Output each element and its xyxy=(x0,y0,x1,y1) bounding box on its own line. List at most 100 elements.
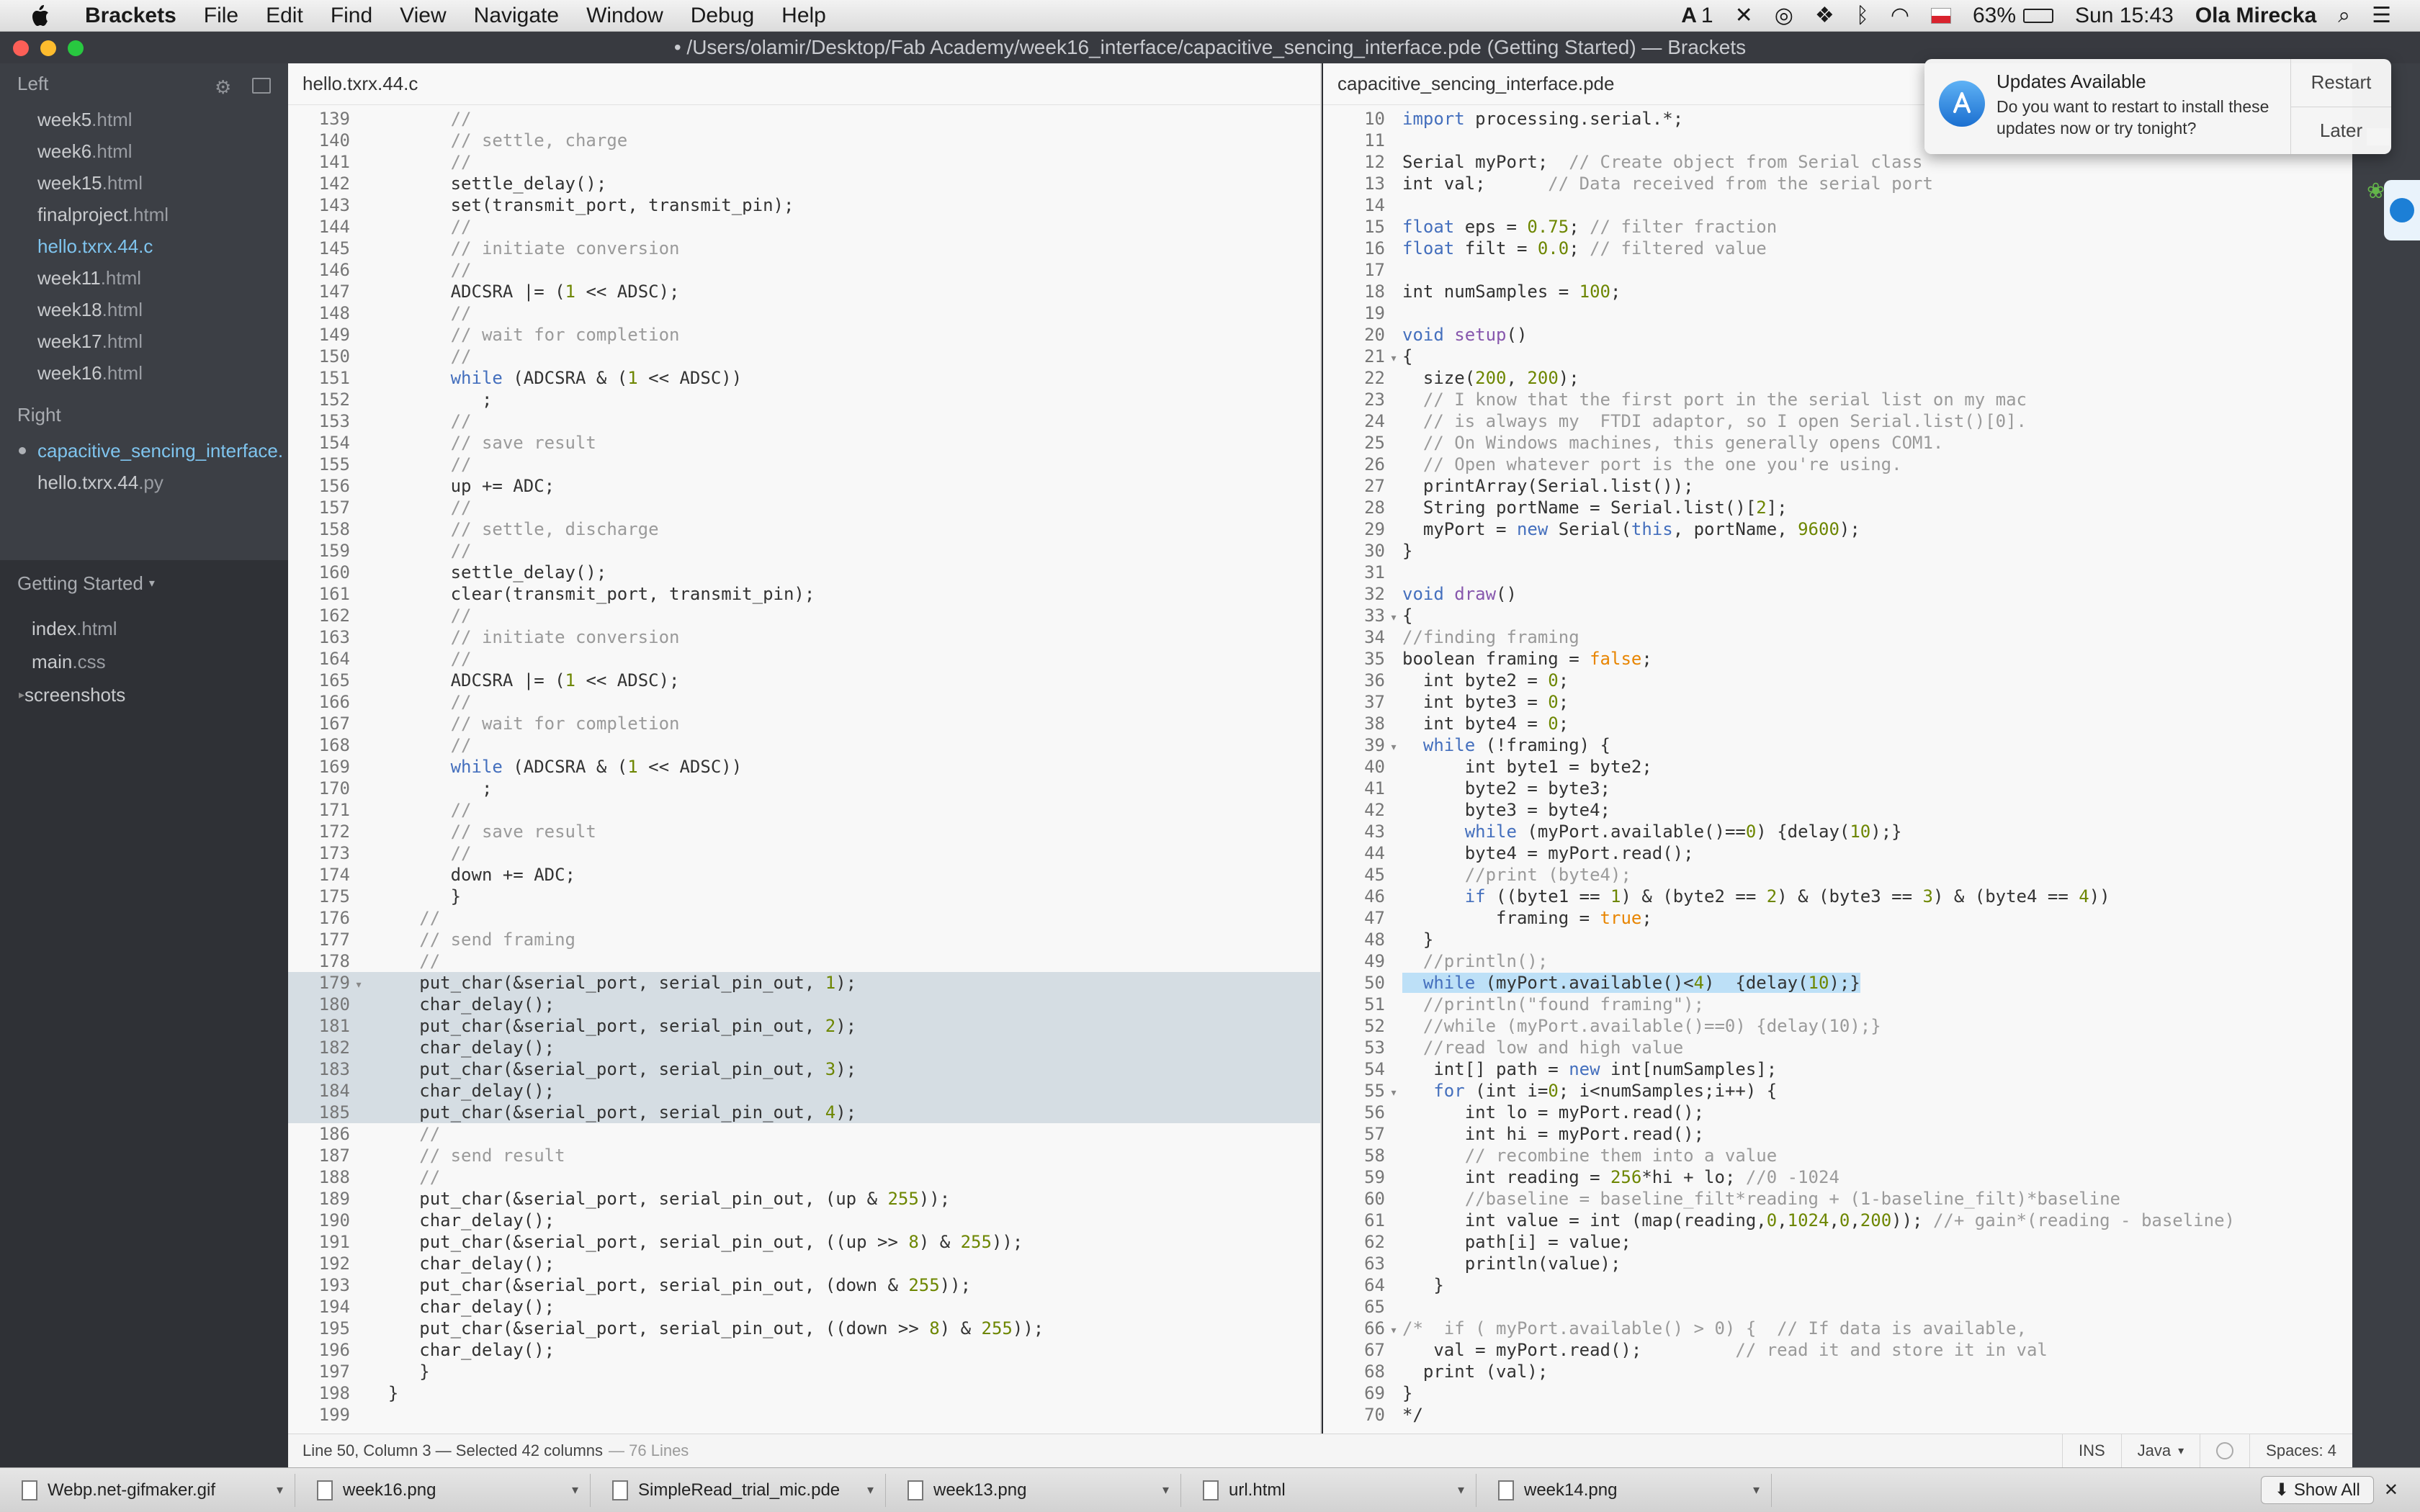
code-line[interactable]: 21 ▾{ xyxy=(1323,346,2352,367)
left-editor-pane[interactable]: hello.txrx.44.c 139 //140 // settle, cha… xyxy=(288,63,1322,1467)
code-line[interactable]: 142 settle_delay(); xyxy=(288,173,1320,194)
chevron-down-icon[interactable]: ▾ xyxy=(149,576,155,590)
code-line[interactable]: 43 while (myPort.available()==0) {delay(… xyxy=(1323,821,2352,842)
code-line[interactable]: 53 //read low and high value xyxy=(1323,1037,2352,1058)
code-line[interactable]: 177 // send framing xyxy=(288,929,1320,950)
code-line[interactable]: 149 // wait for completion xyxy=(288,324,1320,346)
code-line[interactable]: 162 // xyxy=(288,605,1320,626)
code-line[interactable]: 57 int hi = myPort.read(); xyxy=(1323,1123,2352,1145)
menu-file[interactable]: File xyxy=(204,4,238,28)
code-line[interactable]: 13 int val; // Data received from the ser… xyxy=(1323,173,2352,194)
code-line[interactable]: 199 xyxy=(288,1404,1320,1426)
bluetooth-icon[interactable]: ᛒ xyxy=(1856,4,1869,28)
language-select[interactable]: Java ▾ xyxy=(2120,1434,2200,1467)
code-line[interactable]: 161 clear(transmit_port, transmit_pin); xyxy=(288,583,1320,605)
code-line[interactable]: 146 // xyxy=(288,259,1320,281)
code-line[interactable]: 186 // xyxy=(288,1123,1320,1145)
code-line[interactable]: 39 ▾ while (!framing) { xyxy=(1323,734,2352,756)
code-line[interactable]: 182 char_delay(); xyxy=(288,1037,1320,1058)
code-line[interactable]: 145 // initiate conversion xyxy=(288,238,1320,259)
chevron-right-icon[interactable]: ▸ xyxy=(19,688,24,702)
code-line[interactable]: 54 int[] path = new int[numSamples]; xyxy=(1323,1058,2352,1080)
code-line[interactable]: 12 Serial myPort; // Create object from S… xyxy=(1323,151,2352,173)
code-line[interactable]: 194 char_delay(); xyxy=(288,1296,1320,1318)
project-header[interactable]: Getting Started ▾ xyxy=(0,560,288,606)
code-line[interactable]: 193 put_char(&serial_port, serial_pin_ou… xyxy=(288,1274,1320,1296)
code-line[interactable]: 17 xyxy=(1323,259,2352,281)
code-line[interactable]: 26 // Open whatever port is the one you'… xyxy=(1323,454,2352,475)
insert-mode-toggle[interactable]: INS xyxy=(2061,1434,2121,1467)
working-file-item[interactable]: hello.txrx.44 .py xyxy=(0,467,288,498)
menu-edit[interactable]: Edit xyxy=(266,4,303,28)
chevron-down-icon[interactable]: ▾ xyxy=(1753,1482,1760,1498)
code-line[interactable]: 65 xyxy=(1323,1296,2352,1318)
code-line[interactable]: 188 // xyxy=(288,1166,1320,1188)
code-line[interactable]: 171 // xyxy=(288,799,1320,821)
working-file-item[interactable]: week5 .html xyxy=(0,104,288,135)
code-line[interactable]: 140 // settle, charge xyxy=(288,130,1320,151)
code-line[interactable]: 147 ADCSRA |= (1 << ADSC); xyxy=(288,281,1320,302)
user-name[interactable]: Ola Mirecka xyxy=(2195,4,2316,28)
code-line[interactable]: 154 // save result xyxy=(288,432,1320,454)
working-file-item[interactable]: week11 .html xyxy=(0,262,288,294)
code-line[interactable]: 50 while (myPort.available()<4) {delay(1… xyxy=(1323,972,2352,994)
code-line[interactable]: 141 // xyxy=(288,151,1320,173)
code-line[interactable]: 60 //baseline = baseline_filt*reading + … xyxy=(1323,1188,2352,1210)
code-line[interactable]: 190 char_delay(); xyxy=(288,1210,1320,1231)
code-line[interactable]: 184 char_delay(); xyxy=(288,1080,1320,1102)
code-line[interactable]: 180 char_delay(); xyxy=(288,994,1320,1015)
apple-icon[interactable] xyxy=(29,1,60,30)
code-line[interactable]: 166 // xyxy=(288,691,1320,713)
code-line[interactable]: 150 // xyxy=(288,346,1320,367)
fold-marker[interactable]: ▾ xyxy=(1385,348,1402,369)
menu-navigate[interactable]: Navigate xyxy=(474,4,559,28)
download-item[interactable]: SimpleRead_trial_mic.pde ▾ xyxy=(591,1473,886,1507)
code-line[interactable]: 38 int byte4 = 0; xyxy=(1323,713,2352,734)
code-line[interactable]: 183 put_char(&serial_port, serial_pin_ou… xyxy=(288,1058,1320,1080)
code-line[interactable]: 51 //println("found framing"); xyxy=(1323,994,2352,1015)
code-line[interactable]: 144 // xyxy=(288,216,1320,238)
cursor-position[interactable]: Line 50, Column 3 — Selected 42 columns xyxy=(288,1441,603,1460)
project-file-item[interactable]: index .html xyxy=(0,612,288,645)
show-all-button[interactable]: ⬇ Show All xyxy=(2261,1476,2374,1504)
code-line[interactable]: 178 // xyxy=(288,950,1320,972)
menu-view[interactable]: View xyxy=(400,4,446,28)
indent-setting[interactable]: Spaces: 4 xyxy=(2249,1434,2352,1467)
code-line[interactable]: 69} xyxy=(1323,1382,2352,1404)
code-line[interactable]: 47 framing = true; xyxy=(1323,907,2352,929)
minimize-window-button[interactable] xyxy=(40,40,56,56)
left-pane-file-tab[interactable]: hello.txrx.44.c xyxy=(288,63,1320,105)
menu-find[interactable]: Find xyxy=(331,4,372,28)
close-window-button[interactable] xyxy=(13,40,29,56)
code-line[interactable]: 45 //print (byte4); xyxy=(1323,864,2352,886)
code-line[interactable]: 197 } xyxy=(288,1361,1320,1382)
code-line[interactable]: 14 xyxy=(1323,194,2352,216)
fold-marker[interactable]: ▾ xyxy=(1385,737,1402,758)
wifi-icon[interactable]: ◠ xyxy=(1891,3,1909,28)
project-file-item[interactable]: main .css xyxy=(0,645,288,678)
restart-button[interactable]: Restart xyxy=(2291,59,2391,107)
fold-marker[interactable]: ▾ xyxy=(1385,1320,1402,1341)
code-line[interactable]: 18 int numSamples = 100; xyxy=(1323,281,2352,302)
code-line[interactable]: 62 path[i] = value; xyxy=(1323,1231,2352,1253)
code-line[interactable]: 41 byte2 = byte3; xyxy=(1323,778,2352,799)
code-line[interactable]: 152 ; xyxy=(288,389,1320,410)
code-line[interactable]: 48 } xyxy=(1323,929,2352,950)
code-line[interactable]: 25 // On Windows machines, this generall… xyxy=(1323,432,2352,454)
chevron-down-icon[interactable]: ▾ xyxy=(867,1482,874,1498)
code-line[interactable]: 168 // xyxy=(288,734,1320,756)
working-file-item[interactable]: capacitive_sencing_interface. xyxy=(0,435,288,467)
working-file-item[interactable]: week6 .html xyxy=(0,135,288,167)
code-line[interactable]: 15 float eps = 0.75; // filter fraction xyxy=(1323,216,2352,238)
code-line[interactable]: 42 byte3 = byte4; xyxy=(1323,799,2352,821)
code-line[interactable]: 24 // is always my FTDI adaptor, so I op… xyxy=(1323,410,2352,432)
code-line[interactable]: 20 void setup() xyxy=(1323,324,2352,346)
download-item[interactable]: week14.png ▾ xyxy=(1476,1473,1772,1507)
code-line[interactable]: 64 } xyxy=(1323,1274,2352,1296)
working-file-item[interactable]: week15 .html xyxy=(0,167,288,199)
zoom-window-button[interactable] xyxy=(68,40,84,56)
code-line[interactable]: 31 xyxy=(1323,562,2352,583)
code-line[interactable]: 179 ▾ put_char(&serial_port, serial_pin_o… xyxy=(288,972,1320,994)
code-line[interactable]: 159 // xyxy=(288,540,1320,562)
working-file-item[interactable]: finalproject .html xyxy=(0,199,288,230)
